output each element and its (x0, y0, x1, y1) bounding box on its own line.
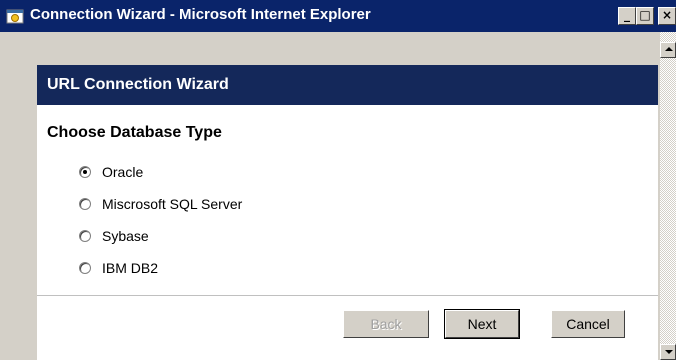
window-title: Connection Wizard - Microsoft Internet E… (30, 6, 371, 23)
radio-ibm-db2[interactable] (79, 262, 91, 274)
wizard-title: URL Connection Wizard (47, 76, 229, 93)
scroll-down-arrow-icon (665, 350, 673, 354)
title-bar[interactable]: Connection Wizard - Microsoft Internet E… (0, 0, 676, 32)
radio-oracle[interactable] (79, 166, 91, 178)
wizard-panel: URL Connection Wizard Choose Database Ty… (37, 65, 658, 360)
next-button[interactable]: Next (444, 309, 520, 339)
maximize-button[interactable]: □ (636, 7, 654, 25)
close-button[interactable]: × (658, 7, 676, 25)
scroll-up-arrow-icon (665, 47, 673, 51)
option-label: Miscrosoft SQL Server (102, 196, 243, 212)
back-button[interactable]: Back (343, 310, 429, 338)
option-label: Oracle (102, 164, 144, 180)
cancel-button[interactable]: Cancel (551, 310, 625, 338)
radio-sybase[interactable] (79, 230, 91, 242)
divider (37, 295, 658, 296)
scroll-up-button[interactable] (660, 42, 676, 58)
vertical-scrollbar[interactable] (660, 32, 676, 360)
option-label: Sybase (102, 228, 149, 244)
scroll-down-button[interactable] (660, 344, 676, 360)
radio-sql-server[interactable] (79, 198, 91, 210)
internet-explorer-icon (6, 9, 24, 24)
minimize-button[interactable]: _ (618, 7, 636, 25)
section-title: Choose Database Type (47, 124, 222, 141)
option-label: IBM DB2 (102, 260, 159, 276)
wizard-header: URL Connection Wizard (37, 65, 658, 105)
